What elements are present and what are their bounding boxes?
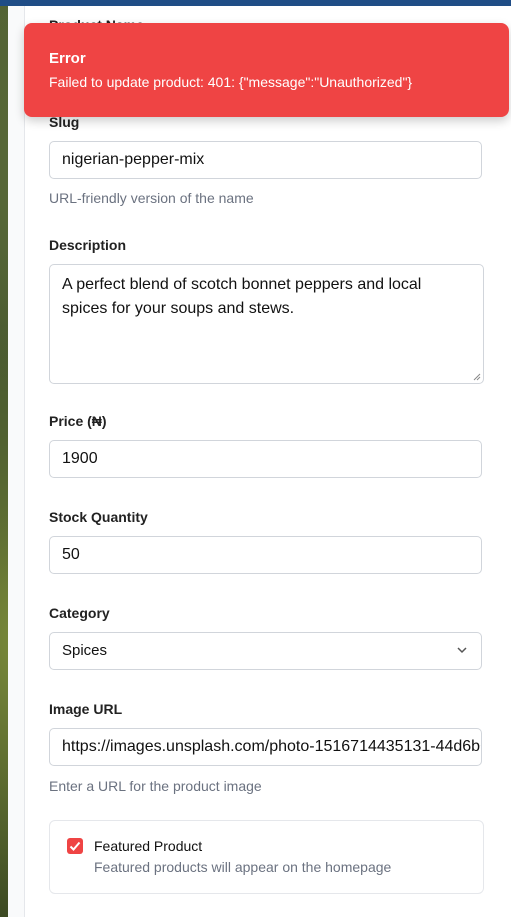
price-input[interactable]: 1900 xyxy=(49,440,482,478)
featured-checkbox[interactable] xyxy=(67,838,83,854)
featured-hint: Featured products will appear on the hom… xyxy=(94,859,392,875)
description-text: A perfect blend of scotch bonnet peppers… xyxy=(62,276,422,317)
image-url-hint: Enter a URL for the product image xyxy=(49,778,262,794)
category-label: Category xyxy=(49,605,110,621)
category-select[interactable]: Spices xyxy=(49,632,482,670)
error-toast[interactable]: Error Failed to update product: 401: {"m… xyxy=(24,23,509,117)
image-url-input[interactable]: https://images.unsplash.com/photo-151671… xyxy=(49,728,482,766)
toast-title: Error xyxy=(49,50,86,67)
toast-message: Failed to update product: 401: {"message… xyxy=(49,74,413,90)
featured-label: Featured Product xyxy=(94,838,203,854)
image-url-label: Image URL xyxy=(49,701,123,717)
slug-hint: URL-friendly version of the name xyxy=(49,190,254,206)
price-label: Price (₦) xyxy=(49,413,107,429)
slug-input[interactable]: nigerian-pepper-mix xyxy=(49,141,482,179)
description-label: Description xyxy=(49,237,127,253)
chevron-down-icon xyxy=(457,647,467,654)
stock-quantity-input[interactable]: 50 xyxy=(49,536,482,574)
description-textarea[interactable]: A perfect blend of scotch bonnet peppers… xyxy=(49,264,484,384)
stock-quantity-label: Stock Quantity xyxy=(49,509,148,525)
checkmark-icon xyxy=(69,841,81,851)
resize-handle-icon[interactable] xyxy=(473,373,481,381)
featured-product-box: Featured Product Featured products will … xyxy=(49,820,484,894)
category-selected-value: Spices xyxy=(62,642,108,659)
